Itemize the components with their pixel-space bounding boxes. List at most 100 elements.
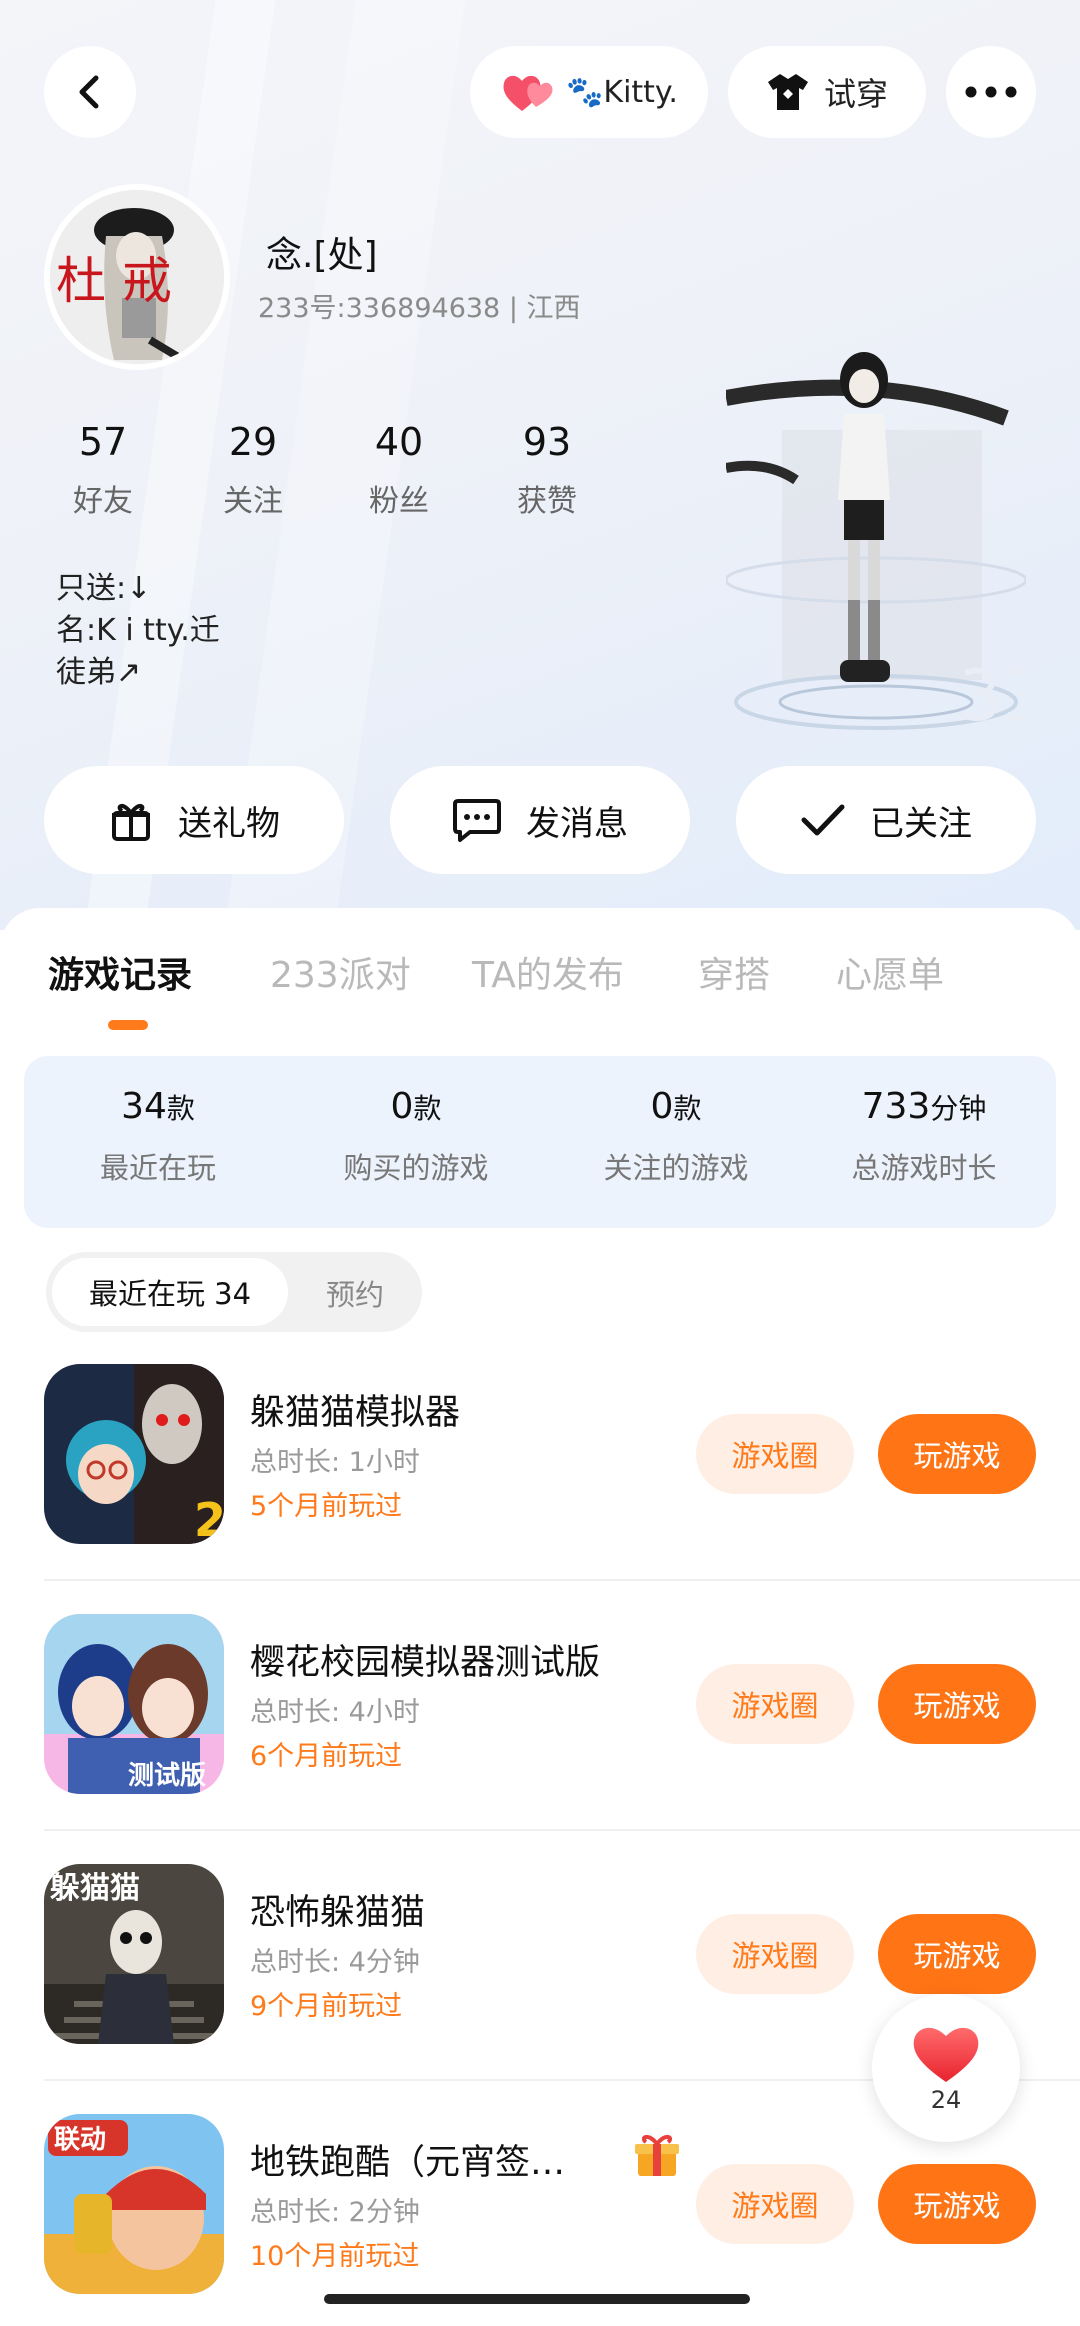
couple-name-label: 🐾Kitty. xyxy=(566,74,678,110)
svg-text:33: 33 xyxy=(958,655,1026,737)
gift-icon xyxy=(112,804,150,841)
game-cover-badge: 躲猫猫 xyxy=(50,1871,140,1906)
game-cover-badge: 联动 xyxy=(54,2125,106,2155)
summary-value: 34 xyxy=(121,1086,167,1127)
summary-unit: 款 xyxy=(166,1092,195,1125)
like-count: 24 xyxy=(930,2086,962,2114)
profile-bio: 只送:↓ 名:K i tty.迁 徒弟↗ xyxy=(56,571,220,690)
tab-wishlist[interactable]: 心愿单 xyxy=(836,946,944,998)
more-options-button[interactable] xyxy=(946,46,1036,138)
game-circle-button[interactable]: 游戏圈 xyxy=(696,1914,854,1994)
like-floating-button[interactable]: 24 xyxy=(872,1994,1020,2142)
active-tab-indicator xyxy=(108,1020,148,1030)
summary-purchased[interactable]: 0款 购买的游戏 xyxy=(296,1086,536,1187)
game-cover-image: 躲猫猫 xyxy=(44,1864,224,2044)
summary-unit: 款 xyxy=(673,1092,702,1125)
game-icon[interactable]: 2 xyxy=(44,1364,224,1544)
summary-followed[interactable]: 0款 关注的游戏 xyxy=(556,1086,796,1187)
send-gift-label: 送礼物 xyxy=(178,803,280,844)
game-duration: 总时长: 1小时 xyxy=(250,1447,420,1478)
tab-233-party[interactable]: 233派对 xyxy=(270,946,411,998)
game-circle-button[interactable]: 游戏圈 xyxy=(696,1414,854,1494)
game-row[interactable]: 2 躲猫猫模拟器 总时长: 1小时 5个月前玩过 游戏圈 玩游戏 xyxy=(0,1364,1080,1612)
stat-value: 29 xyxy=(228,420,278,464)
chat-bubble-icon xyxy=(453,799,501,842)
stat-likes[interactable]: 93 获赞 xyxy=(492,420,602,520)
summary-value: 0 xyxy=(390,1086,414,1127)
game-duration: 总时长: 4分钟 xyxy=(250,1947,420,1978)
tab-posts[interactable]: TA的发布 xyxy=(472,946,624,998)
stat-label: 获赞 xyxy=(517,484,577,519)
followed-button[interactable]: 已关注 xyxy=(736,766,1036,874)
row-divider xyxy=(44,1579,1080,1581)
game-row[interactable]: 测试版 樱花校园模拟器测试版 总时长: 4小时 6个月前玩过 游戏圈 玩游戏 xyxy=(0,1614,1080,1862)
stat-followers[interactable]: 40 粉丝 xyxy=(344,420,454,520)
game-name: 樱花校园模拟器测试版 xyxy=(250,1643,601,1683)
game-cover-badge: 2 xyxy=(194,1493,224,1544)
game-cover-image: 测试版 xyxy=(44,1614,224,1794)
play-game-button[interactable]: 玩游戏 xyxy=(878,1414,1036,1494)
avatar-calligraphy: 杜 戒 xyxy=(56,252,172,310)
send-gift-button[interactable]: 送礼物 xyxy=(44,766,344,874)
list-filter-segment: 最近在玩 34 预约 xyxy=(46,1252,422,1332)
ellipsis-icon xyxy=(965,86,1017,98)
game-duration: 总时长: 4小时 xyxy=(250,1697,420,1728)
segment-reservations[interactable]: 预约 xyxy=(326,1272,384,1314)
game-cover-image: 联动 xyxy=(44,2114,224,2294)
summary-label: 购买的游戏 xyxy=(343,1151,489,1185)
nickname: 念.[处] xyxy=(266,235,378,276)
stat-value: 40 xyxy=(374,420,424,464)
summary-value: 0 xyxy=(650,1086,674,1127)
summary-label: 关注的游戏 xyxy=(603,1151,749,1185)
checkmark-icon xyxy=(801,804,845,836)
play-game-button[interactable]: 玩游戏 xyxy=(878,2164,1036,2244)
summary-value: 733 xyxy=(861,1086,931,1127)
game-icon[interactable]: 躲猫猫 xyxy=(44,1864,224,2044)
stat-label: 好友 xyxy=(73,484,133,519)
tshirt-icon xyxy=(767,74,808,110)
avatar-3d-figure[interactable]: 33 xyxy=(726,350,1026,760)
send-message-label: 发消息 xyxy=(526,803,628,844)
couple-badge-button[interactable]: 🐾Kitty. xyxy=(470,46,708,138)
game-summary-box: 34款 最近在玩 0款 购买的游戏 0款 关注的游戏 733分钟 总游戏时长 xyxy=(24,1056,1056,1228)
stat-friends[interactable]: 57 好友 xyxy=(48,420,158,520)
game-name: 恐怖躲猫猫 xyxy=(250,1893,426,1933)
chevron-left-icon xyxy=(79,75,99,109)
game-icon[interactable]: 联动 xyxy=(44,2114,224,2294)
summary-recent[interactable]: 34款 最近在玩 xyxy=(38,1086,278,1187)
game-circle-button[interactable]: 游戏圈 xyxy=(696,1664,854,1744)
stat-value: 93 xyxy=(522,420,572,464)
gift-box-icon xyxy=(635,2135,679,2176)
play-game-button[interactable]: 玩游戏 xyxy=(878,1914,1036,1994)
summary-total-time[interactable]: 733分钟 总游戏时长 xyxy=(804,1086,1044,1187)
segment-recent-playing[interactable]: 最近在玩 34 xyxy=(52,1258,288,1326)
game-name: 地铁跑酷（元宵签… xyxy=(250,2143,566,2183)
game-last-played: 9个月前玩过 xyxy=(250,1991,403,2022)
summary-label: 最近在玩 xyxy=(99,1151,216,1185)
double-heart-icon xyxy=(503,75,553,111)
followed-label: 已关注 xyxy=(870,803,972,844)
game-circle-button[interactable]: 游戏圈 xyxy=(696,2164,854,2244)
game-name: 躲猫猫模拟器 xyxy=(250,1393,461,1433)
try-on-label: 试穿 xyxy=(823,75,888,113)
game-duration: 总时长: 2分钟 xyxy=(250,2197,420,2228)
user-id-location: 233号:336894638 | 江西 xyxy=(258,293,581,324)
try-on-button[interactable]: 试穿 xyxy=(728,46,926,138)
send-message-button[interactable]: 发消息 xyxy=(390,766,690,874)
avatar[interactable]: 杜 戒 xyxy=(44,184,230,370)
play-game-button[interactable]: 玩游戏 xyxy=(878,1664,1036,1744)
back-button[interactable] xyxy=(44,46,136,138)
game-cover-badge: 测试版 xyxy=(128,1761,206,1791)
avatar-image: 杜 戒 xyxy=(50,190,224,364)
home-indicator[interactable] xyxy=(324,2294,750,2304)
game-cover-image: 2 xyxy=(44,1364,224,1544)
tab-outfits[interactable]: 穿搭 xyxy=(698,946,770,998)
tab-game-records[interactable]: 游戏记录 xyxy=(48,946,192,998)
game-last-played: 5个月前玩过 xyxy=(250,1491,403,1522)
game-icon[interactable]: 测试版 xyxy=(44,1614,224,1794)
game-last-played: 6个月前玩过 xyxy=(250,1741,403,1772)
stat-value: 57 xyxy=(78,420,128,464)
stat-following[interactable]: 29 关注 xyxy=(198,420,308,520)
game-last-played: 10个月前玩过 xyxy=(250,2241,420,2272)
stat-label: 粉丝 xyxy=(369,484,429,519)
